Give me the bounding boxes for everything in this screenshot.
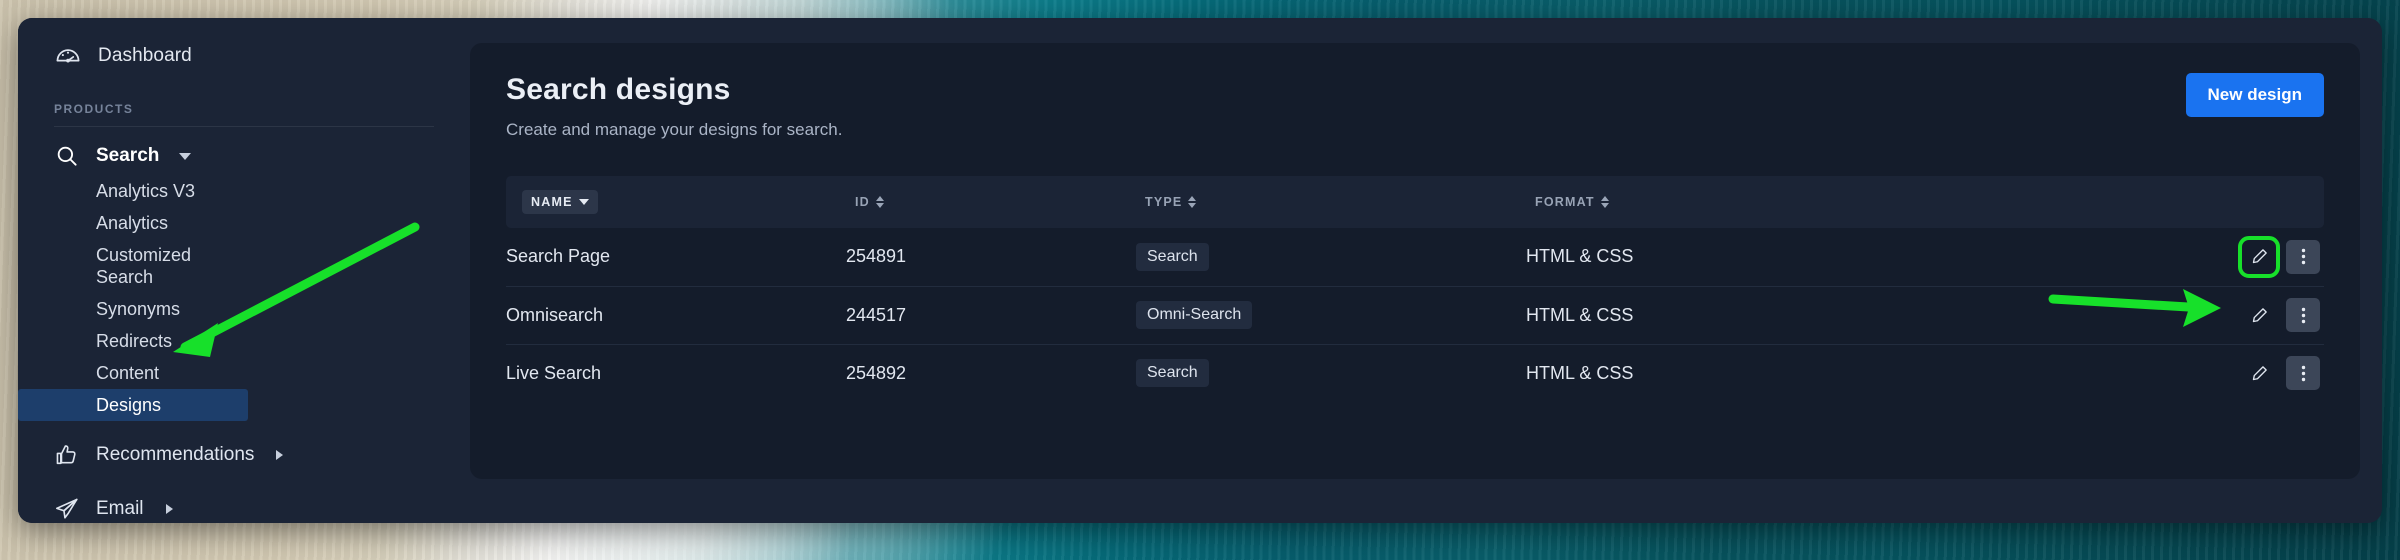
kebab-menu-icon bbox=[2301, 247, 2306, 266]
edit-design-button[interactable] bbox=[2242, 298, 2276, 332]
designs-table: NAME ID TYPE FORMAT Search Page 254891 S… bbox=[506, 176, 2324, 402]
page-header: Search designs Create and manage your de… bbox=[506, 73, 2324, 140]
sidebar-sublist: Analytics V3 Analytics Customized Search… bbox=[18, 175, 470, 421]
sort-toggle-icon bbox=[1600, 196, 1609, 208]
chevron-right-icon[interactable] bbox=[276, 450, 284, 460]
row-more-menu-button[interactable] bbox=[2286, 356, 2320, 391]
type-badge: Search bbox=[1136, 359, 1209, 388]
sort-toggle-icon bbox=[875, 196, 884, 208]
cell-name: Search Page bbox=[506, 228, 846, 287]
sidebar-item-analytics[interactable]: Analytics bbox=[18, 207, 248, 239]
type-badge: Search bbox=[1136, 242, 1209, 271]
table-row[interactable]: Search Page 254891 Search HTML & CSS bbox=[506, 228, 2324, 287]
sidebar-item-redirects[interactable]: Redirects bbox=[18, 325, 248, 357]
sidebar-item-recommendations[interactable]: Recommendations bbox=[18, 435, 470, 475]
chevron-right-icon[interactable] bbox=[165, 504, 173, 514]
pencil-icon bbox=[2250, 364, 2269, 383]
thumbs-up-icon bbox=[54, 442, 80, 468]
cell-id: 244517 bbox=[846, 286, 1136, 345]
sidebar-item-customized-search[interactable]: Customized Search bbox=[18, 239, 248, 293]
column-header-name[interactable]: NAME bbox=[506, 176, 846, 228]
cell-format: HTML & CSS bbox=[1526, 362, 1634, 383]
cell-id: 254891 bbox=[846, 228, 1136, 287]
sidebar-item-label: Dashboard bbox=[98, 45, 192, 66]
page-title: Search designs bbox=[506, 73, 731, 106]
edit-design-button[interactable] bbox=[2242, 356, 2276, 390]
cell-actions bbox=[2194, 344, 2324, 402]
row-more-menu-button[interactable] bbox=[2286, 298, 2320, 332]
sidebar-item-dashboard[interactable]: Dashboard bbox=[18, 36, 470, 76]
sidebar: Dashboard PRODUCTS Search Analytics V3 A… bbox=[18, 18, 470, 523]
cell-actions bbox=[2194, 228, 2324, 287]
sidebar-item-email[interactable]: Email bbox=[18, 489, 470, 523]
table-row[interactable]: Live Search 254892 Search HTML & CSS bbox=[506, 344, 2324, 402]
cell-type: Omni-Search bbox=[1136, 286, 1526, 345]
column-header-label: ID bbox=[855, 195, 870, 209]
sort-desc-icon bbox=[578, 199, 589, 205]
row-more-menu-button[interactable] bbox=[2286, 239, 2320, 274]
cell-type: Search bbox=[1136, 228, 1526, 287]
cell-name: Omnisearch bbox=[506, 286, 846, 345]
column-header-actions bbox=[2194, 176, 2324, 228]
column-header-format[interactable]: FORMAT bbox=[1526, 176, 2194, 228]
new-design-button[interactable]: New design bbox=[2185, 73, 2324, 117]
cell-type: Search bbox=[1136, 344, 1526, 402]
pencil-icon bbox=[2250, 247, 2269, 266]
column-header-label: FORMAT bbox=[1535, 195, 1595, 209]
pencil-icon bbox=[2250, 306, 2269, 325]
sort-toggle-icon bbox=[1188, 196, 1197, 208]
sidebar-group-search[interactable]: Search bbox=[18, 139, 470, 173]
sidebar-item-analytics-v3[interactable]: Analytics V3 bbox=[18, 175, 248, 207]
sidebar-item-designs[interactable]: Designs bbox=[18, 389, 248, 421]
cell-id: 254892 bbox=[846, 362, 907, 383]
table-row[interactable]: Omnisearch 244517 Omni-Search HTML & CSS bbox=[506, 286, 2324, 345]
sidebar-item-content[interactable]: Content bbox=[18, 357, 248, 389]
column-header-label: NAME bbox=[531, 195, 573, 209]
cell-actions bbox=[2194, 286, 2324, 345]
paper-plane-icon bbox=[54, 496, 80, 522]
kebab-menu-icon bbox=[2301, 306, 2306, 325]
column-header-id[interactable]: ID bbox=[846, 176, 1136, 228]
sidebar-group-label: Search bbox=[96, 145, 160, 166]
kebab-menu-icon bbox=[2301, 364, 2306, 383]
page-subtitle: Create and manage your designs for searc… bbox=[506, 120, 843, 139]
table-header-row: NAME ID TYPE FORMAT bbox=[506, 176, 2324, 228]
column-header-type[interactable]: TYPE bbox=[1136, 176, 1526, 228]
page-header-text: Search designs Create and manage your de… bbox=[506, 73, 842, 140]
column-header-label: TYPE bbox=[1145, 195, 1183, 209]
gauge-icon bbox=[54, 42, 82, 70]
type-badge: Omni-Search bbox=[1136, 301, 1253, 329]
table-header: NAME ID TYPE FORMAT bbox=[506, 176, 2324, 228]
sidebar-leaf-label: Email bbox=[96, 498, 144, 519]
sidebar-divider bbox=[54, 126, 434, 127]
cell-name: Live Search bbox=[506, 362, 602, 383]
sidebar-leaf-label: Recommendations bbox=[96, 444, 255, 465]
cell-format: HTML & CSS bbox=[1526, 228, 2194, 287]
magnifier-icon bbox=[54, 143, 80, 169]
sidebar-section-label: PRODUCTS bbox=[54, 102, 134, 116]
chevron-down-icon[interactable] bbox=[179, 152, 192, 160]
sidebar-item-synonyms[interactable]: Synonyms bbox=[18, 293, 248, 325]
main-content-panel: Search designs Create and manage your de… bbox=[470, 43, 2360, 479]
table-body: Search Page 254891 Search HTML & CSS Omn… bbox=[506, 228, 2324, 402]
cell-format: HTML & CSS bbox=[1526, 286, 2194, 345]
edit-design-button[interactable] bbox=[2238, 235, 2280, 278]
app-window: Dashboard PRODUCTS Search Analytics V3 A… bbox=[18, 18, 2382, 523]
